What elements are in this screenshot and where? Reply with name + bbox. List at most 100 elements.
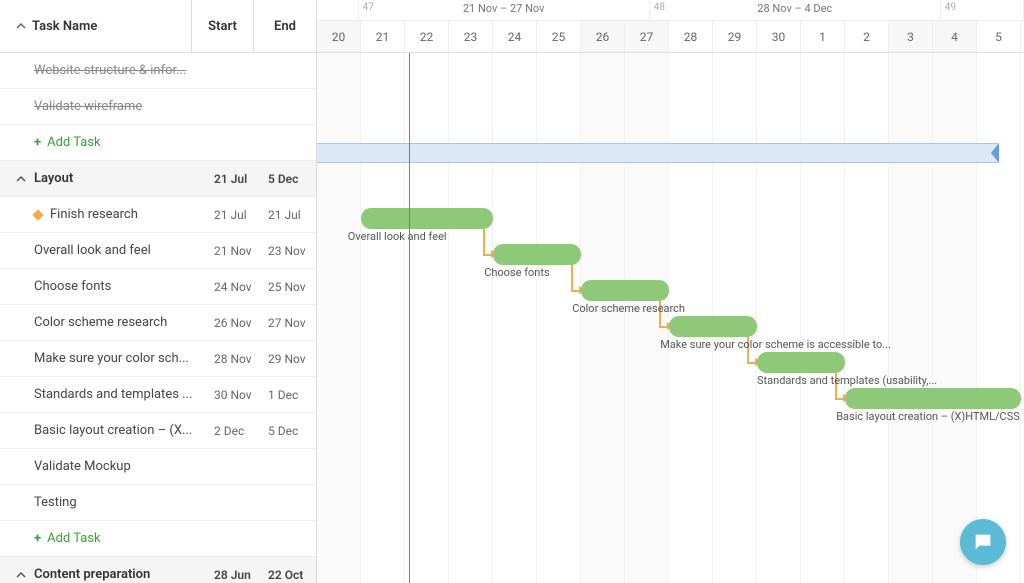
task-row[interactable]: Color scheme research26 Nov27 Nov <box>0 305 316 341</box>
day-cell: 21 <box>361 21 405 52</box>
task-end: 5 Dec <box>268 424 316 438</box>
column-header-name[interactable]: Task Name <box>0 0 192 52</box>
task-end: 1 Dec <box>268 388 316 402</box>
task-row[interactable]: Testing <box>0 485 316 521</box>
week-label: 21 Nov – 27 Nov <box>463 2 545 15</box>
task-bar[interactable] <box>493 244 581 265</box>
day-cell: 25 <box>537 21 581 52</box>
day-cell: 2 <box>845 21 889 52</box>
task-bar-label: Standards and templates (usability,... <box>757 374 937 387</box>
day-cell: 30 <box>757 21 801 52</box>
group-range-bar[interactable] <box>317 143 999 163</box>
grid-columns <box>317 53 1024 583</box>
day-cell: 23 <box>449 21 493 52</box>
today-line <box>409 53 410 583</box>
task-bar[interactable] <box>669 316 757 337</box>
group-start: 28 Jun <box>214 568 268 582</box>
task-name[interactable]: Make sure your color sch... <box>0 351 214 366</box>
gantt-body[interactable]: Overall look and feelChoose fontsColor s… <box>317 53 1024 583</box>
milestone-icon <box>32 209 43 220</box>
week-number: 47 <box>363 2 374 13</box>
dependency-line <box>571 265 573 290</box>
week-number: 48 <box>654 2 665 13</box>
day-cell: 27 <box>625 21 669 52</box>
task-bar-label: Basic layout creation – (X)HTML/CSS <box>836 410 1020 423</box>
week-cell: 48 28 Nov – 4 Dec <box>650 0 941 20</box>
day-cell: 26 <box>581 21 625 52</box>
day-cell: 20 <box>317 21 361 52</box>
task-name[interactable]: Overall look and feel <box>0 243 214 258</box>
dependency-line <box>483 229 485 254</box>
task-end: 27 Nov <box>268 316 316 330</box>
task-bar-label: Make sure your color scheme is accessibl… <box>660 338 891 351</box>
task-end: 21 Jul <box>268 208 316 222</box>
task-row[interactable]: Content preparation28 Jun22 Oct <box>0 557 316 583</box>
task-name[interactable]: Basic layout creation – (X... <box>0 423 214 438</box>
chat-icon <box>972 531 994 553</box>
task-name[interactable]: Website structure & infor... <box>0 63 214 78</box>
add-task-button[interactable]: +Add Task <box>0 135 214 150</box>
task-sidebar: Task Name Start End Website structure & … <box>0 0 317 583</box>
task-name[interactable]: Validate Mockup <box>0 459 214 474</box>
day-cell: 1 <box>801 21 845 52</box>
task-row[interactable]: Standards and templates ...30 Nov1 Dec <box>0 377 316 413</box>
task-name[interactable]: Standards and templates ... <box>0 387 214 402</box>
task-row[interactable]: +Add Task <box>0 125 316 161</box>
day-cell: 3 <box>889 21 933 52</box>
plus-icon: + <box>34 531 41 546</box>
task-end: 23 Nov <box>268 244 316 258</box>
group-name[interactable]: Content preparation <box>0 567 214 582</box>
plus-icon: + <box>34 135 41 150</box>
task-start: 30 Nov <box>214 388 268 402</box>
week-cell: 49 <box>941 0 1024 20</box>
task-row[interactable]: +Add Task <box>0 521 316 557</box>
task-name[interactable]: Choose fonts <box>0 279 214 294</box>
task-bar-label: Overall look and feel <box>348 230 447 243</box>
task-row[interactable]: Layout21 Jul5 Dec <box>0 161 316 197</box>
day-cell: 5 <box>977 21 1021 52</box>
task-start: 21 Jul <box>214 208 268 222</box>
week-label: 28 Nov – 4 Dec <box>757 2 832 15</box>
gantt-chart[interactable]: 4721 Nov – 27 Nov4828 Nov – 4 Dec49 2021… <box>317 0 1024 583</box>
task-end: 29 Nov <box>268 352 316 366</box>
column-name-label: Task Name <box>32 19 97 34</box>
task-row[interactable]: Choose fonts24 Nov25 Nov <box>0 269 316 305</box>
task-row[interactable]: Website structure & infor... <box>0 53 316 89</box>
task-start: 21 Nov <box>214 244 268 258</box>
group-end: 22 Oct <box>268 568 316 582</box>
column-header-end[interactable]: End <box>254 0 316 52</box>
week-number: 49 <box>945 2 956 13</box>
task-bar[interactable] <box>581 280 669 301</box>
task-start: 28 Nov <box>214 352 268 366</box>
day-cell: 22 <box>405 21 449 52</box>
task-name[interactable]: Finish research <box>0 207 214 222</box>
task-name[interactable]: Validate wireframe <box>0 99 214 114</box>
task-bar[interactable] <box>845 388 1021 409</box>
task-row[interactable]: Make sure your color sch...28 Nov29 Nov <box>0 341 316 377</box>
group-start: 21 Jul <box>214 172 268 186</box>
task-bar-label: Color scheme research <box>572 302 685 315</box>
day-cell: 24 <box>493 21 537 52</box>
caret-up-icon <box>16 174 26 184</box>
column-header-start[interactable]: Start <box>192 0 254 52</box>
add-task-button[interactable]: +Add Task <box>0 531 214 546</box>
timeline-header: 4721 Nov – 27 Nov4828 Nov – 4 Dec49 2021… <box>317 0 1024 53</box>
task-start: 2 Dec <box>214 424 268 438</box>
task-row[interactable]: Validate Mockup <box>0 449 316 485</box>
task-row[interactable]: Finish research21 Jul21 Jul <box>0 197 316 233</box>
sort-caret-icon <box>16 21 26 31</box>
task-bar[interactable] <box>757 352 845 373</box>
task-row[interactable]: Validate wireframe <box>0 89 316 125</box>
group-name[interactable]: Layout <box>0 171 214 186</box>
task-row[interactable]: Basic layout creation – (X...2 Dec5 Dec <box>0 413 316 449</box>
day-cell: 29 <box>713 21 757 52</box>
task-name[interactable]: Testing <box>0 495 214 510</box>
chat-button[interactable] <box>960 519 1006 565</box>
task-list: Website structure & infor... Validate wir… <box>0 53 316 583</box>
task-name[interactable]: Color scheme research <box>0 315 214 330</box>
task-row[interactable]: Overall look and feel21 Nov23 Nov <box>0 233 316 269</box>
task-bar[interactable] <box>361 208 493 229</box>
task-start: 24 Nov <box>214 280 268 294</box>
day-row: 202122232425262728293012345 <box>317 21 1024 52</box>
task-end: 25 Nov <box>268 280 316 294</box>
